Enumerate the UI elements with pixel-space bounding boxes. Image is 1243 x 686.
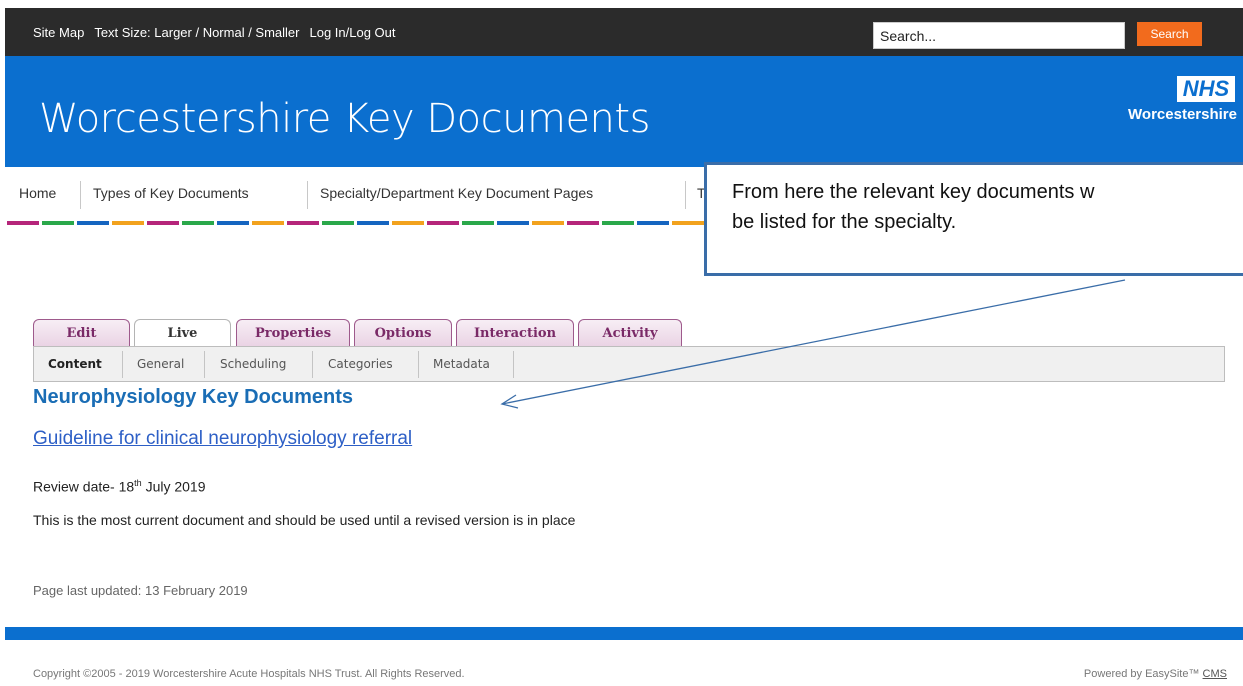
site-title[interactable]: Worcestershire Key Documents: [39, 96, 650, 142]
search-input[interactable]: [873, 22, 1125, 49]
callout-text: From here the relevant key documents w b…: [732, 177, 1094, 237]
subtab-divider: [204, 351, 205, 378]
page-title: Neurophysiology Key Documents: [33, 386, 354, 408]
document-link[interactable]: Guideline for clinical neurophysiology r…: [33, 428, 412, 450]
nav-divider: [307, 181, 308, 209]
subtab-divider: [122, 351, 123, 378]
admin-subtabs: Content General Scheduling Categories Me…: [33, 346, 1225, 382]
text-size-link[interactable]: Text Size: Larger / Normal / Smaller: [94, 25, 299, 40]
review-date-suffix: July 2019: [141, 478, 206, 495]
callout-line-2: be listed for the specialty.: [732, 211, 957, 233]
nav-item-home[interactable]: Home: [19, 185, 56, 201]
subtab-categories[interactable]: Categories: [328, 357, 393, 371]
login-logout-link[interactable]: Log In/Log Out: [310, 25, 396, 40]
current-document-note: This is the most current document and sh…: [33, 512, 576, 528]
subtab-general[interactable]: General: [137, 357, 184, 371]
nav-item-types-of-key-documents[interactable]: Types of Key Documents: [93, 185, 249, 201]
site-map-link[interactable]: Site Map: [33, 25, 84, 40]
utility-links: Site Map Text Size: Larger / Normal / Sma…: [33, 25, 396, 40]
cms-link[interactable]: CMS: [1203, 668, 1227, 680]
subtab-metadata[interactable]: Metadata: [433, 357, 490, 371]
nav-item-specialty-department-pages[interactable]: Specialty/Department Key Document Pages: [320, 185, 593, 201]
copyright-text: Copyright ©2005 - 2019 Worcestershire Ac…: [33, 668, 465, 680]
subtab-divider: [513, 351, 514, 378]
annotation-arrow-head: [500, 394, 519, 409]
callout-line-1: From here the relevant key documents w: [732, 181, 1095, 203]
page-last-updated: Page last updated: 13 February 2019: [33, 583, 248, 598]
main-nav: Home Types of Key Documents Specialty/De…: [5, 177, 706, 217]
review-date-prefix: Review date- 18: [33, 478, 135, 495]
subtab-divider: [418, 351, 419, 378]
nav-divider: [80, 181, 81, 209]
review-date-ordinal: th: [134, 478, 142, 488]
subtab-divider: [312, 351, 313, 378]
nhs-logo-subtitle: Worcestershire: [1128, 106, 1237, 123]
powered-by-text: Powered by EasySite™: [1083, 668, 1203, 680]
tab-options[interactable]: Options: [354, 319, 452, 346]
tab-interaction[interactable]: Interaction: [456, 319, 574, 346]
annotation-callout: From here the relevant key documents w b…: [704, 162, 1243, 276]
review-date: Review date- 18th July 2019: [33, 478, 206, 495]
nav-divider: [685, 181, 686, 209]
powered-by: Powered by EasySite™ CMS: [1084, 668, 1227, 680]
footer-bar: [5, 627, 1243, 640]
tab-activity[interactable]: Activity: [578, 319, 682, 346]
subtab-content[interactable]: Content: [48, 357, 102, 371]
nhs-logo[interactable]: NHS: [1177, 76, 1235, 102]
tab-live[interactable]: Live: [134, 319, 231, 348]
subtab-scheduling[interactable]: Scheduling: [220, 357, 286, 371]
search-button[interactable]: Search: [1137, 22, 1202, 46]
tab-properties[interactable]: Properties: [236, 319, 350, 346]
site-header: Worcestershire Key Documents NHS Worcest…: [5, 56, 1243, 167]
tab-edit[interactable]: Edit: [33, 319, 130, 346]
